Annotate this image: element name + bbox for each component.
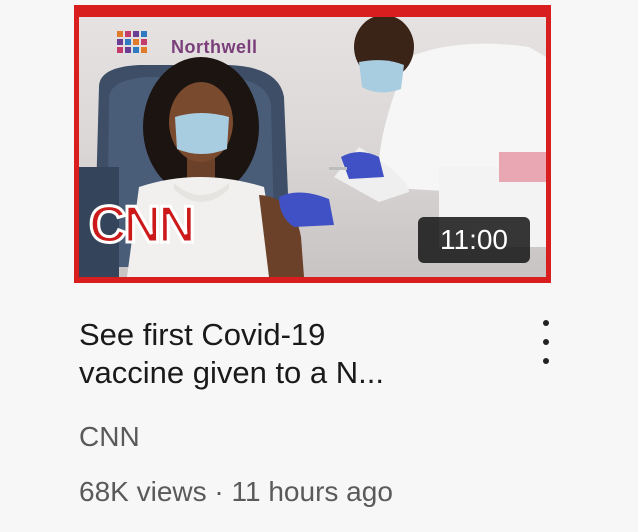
more-vertical-icon-dot-3 <box>543 358 549 364</box>
cnn-logo: CNN <box>88 196 198 254</box>
video-meta: 68K views · 11 hours ago <box>79 476 393 508</box>
northwell-logo-icon <box>117 31 147 53</box>
video-title-line-2: vaccine given to a N... <box>79 355 384 390</box>
meta-separator: · <box>214 476 224 507</box>
more-options-button[interactable] <box>532 320 560 364</box>
upload-age: 11 hours ago <box>231 476 393 507</box>
duration-badge: 11:00 <box>418 217 530 263</box>
video-title[interactable]: See first Covid-19 vaccine given to a N.… <box>79 316 499 392</box>
more-vertical-icon <box>543 320 549 326</box>
more-vertical-icon-dot-2 <box>543 339 549 345</box>
view-count: 68K views <box>79 476 207 507</box>
thumbnail-image: Northwell CNN 11:00 <box>79 17 546 277</box>
northwell-logo-text: Northwell <box>171 37 258 57</box>
video-title-line-1: See first Covid-19 <box>79 317 326 352</box>
video-card[interactable]: Northwell CNN 11:00 See first Covid-19 v… <box>0 0 638 532</box>
video-thumbnail[interactable]: Northwell CNN 11:00 <box>74 5 551 283</box>
channel-name[interactable]: CNN <box>79 421 140 453</box>
